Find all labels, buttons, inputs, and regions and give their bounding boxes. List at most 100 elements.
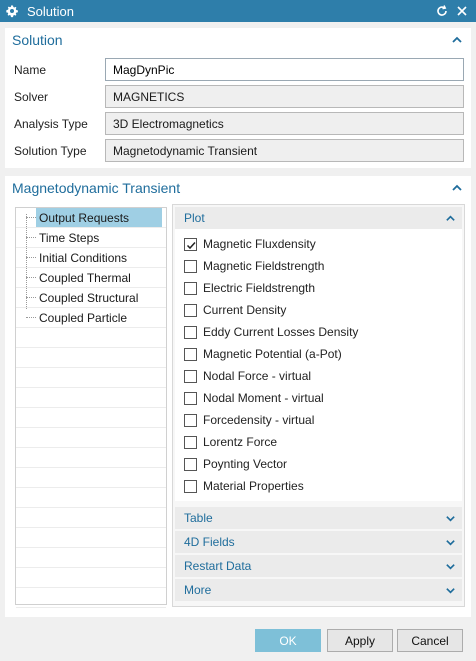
checkmark-icon [186,241,196,249]
analysis-row: Analysis Type [14,112,106,136]
checkbox[interactable] [184,325,197,339]
tree-row: Time Steps [16,228,166,248]
chevron-up-icon[interactable] [445,213,456,224]
name-field[interactable] [105,58,464,81]
checkbox[interactable] [184,391,197,405]
checkbox[interactable] [184,259,197,273]
checkbox-row[interactable]: Nodal Force - virtual [184,365,311,387]
cancel-button[interactable]: Cancel [397,629,463,652]
name-row: Name [14,58,106,82]
tree-row: Coupled Particle [16,308,166,328]
gear-icon [6,5,18,18]
restart-data-section-header[interactable]: Restart Data [175,555,462,577]
4d-fields-section-header[interactable]: 4D Fields [175,531,462,553]
plot-section-header[interactable]: Plot [175,207,462,229]
checkbox-label: Magnetic Fluxdensity [203,237,316,251]
reset-icon[interactable] [434,3,450,19]
checkbox-label: Poynting Vector [203,457,288,471]
checkbox-row[interactable]: Electric Fieldstrength [184,277,315,299]
solution-header[interactable]: Solution [5,28,471,52]
checkbox[interactable] [184,413,197,427]
tree-item-coupled-particle[interactable]: Coupled Particle [38,308,127,327]
checkbox-label: Lorentz Force [203,435,278,449]
transient-header[interactable]: Magnetodynamic Transient [5,176,471,200]
tree-empty-row [16,528,166,548]
solution-type-field: Magnetodynamic Transient [105,139,464,162]
checkbox[interactable] [184,457,197,471]
tree-empty-row [16,568,166,588]
checkbox[interactable] [184,347,197,361]
solver-value: MAGNETICS [113,89,185,104]
checkbox[interactable] [184,303,197,317]
checkbox-label: Magnetic Potential (a-Pot) [203,347,342,361]
solution-header-label: Solution [12,32,63,48]
checkbox-label: Magnetic Fieldstrength [203,259,325,273]
title-bar: Solution [0,0,476,22]
solver-field: MAGNETICS [105,85,464,108]
4d-fields-section-label: 4D Fields [184,535,235,549]
ok-button[interactable]: OK [255,629,321,652]
checkbox[interactable] [184,281,197,295]
checkbox-checked[interactable] [184,237,197,251]
tree-row: Output Requests [16,208,166,228]
output-tree: Output Requests Time Steps Initial Condi… [15,207,167,608]
checkbox-row[interactable]: Material Properties [184,475,304,497]
checkbox[interactable] [184,479,197,493]
tree-row: Initial Conditions [16,248,166,268]
tree-item-coupled-structural[interactable]: Coupled Structural [38,288,138,307]
transient-panel: Magnetodynamic Transient Output Requests… [5,176,471,617]
checkbox-row[interactable]: Current Density [184,299,286,321]
tree-empty-row [16,388,166,408]
restart-data-section-label: Restart Data [184,559,252,573]
chevron-down-icon[interactable] [445,585,456,596]
solution-panel: Solution Name Solver MAGNETICS Analysis … [5,28,471,168]
tree-empty-row [16,448,166,468]
tree-row: Coupled Structural [16,288,166,308]
plot-section-label: Plot [184,211,205,225]
checkbox-label: Current Density [203,303,287,317]
window-title: Solution [27,3,74,19]
checkbox-label: Nodal Moment - virtual [203,391,324,405]
more-section-label: More [184,583,212,597]
tree-row: Coupled Thermal [16,268,166,288]
tree-empty-row [16,348,166,368]
analysis-type-field: 3D Electromagnetics [105,112,464,135]
checkbox-label: Nodal Force - virtual [203,369,312,383]
chevron-down-icon[interactable] [445,513,456,524]
solution-type-value: Magnetodynamic Transient [113,143,258,158]
chevron-down-icon[interactable] [445,537,456,548]
chevron-up-icon[interactable] [451,182,463,194]
solver-label: Solver [14,90,49,104]
checkbox-row[interactable]: Forcedensity - virtual [184,409,314,431]
checkbox-row[interactable]: Eddy Current Losses Density [184,321,358,343]
tree-empty-row [16,488,166,508]
checkbox-row[interactable]: Magnetic Fluxdensity [184,233,316,255]
tree-item-output-requests[interactable]: Output Requests [36,208,162,227]
chevron-down-icon[interactable] [445,561,456,572]
chevron-up-icon[interactable] [451,34,463,46]
tree-item-time-steps[interactable]: Time Steps [38,228,99,247]
table-section-header[interactable]: Table [175,507,462,529]
transient-header-label: Magnetodynamic Transient [12,180,181,196]
checkbox-row[interactable]: Lorentz Force [184,431,277,453]
checkbox[interactable] [184,369,197,383]
apply-button[interactable]: Apply [327,629,393,652]
checkbox-row[interactable]: Poynting Vector [184,453,287,475]
name-input[interactable] [113,62,456,77]
checkbox-label: Forcedensity - virtual [203,413,315,427]
checkbox[interactable] [184,435,197,449]
tree-empty-row [16,428,166,448]
tree-empty-row [16,408,166,428]
checkbox-label: Electric Fieldstrength [203,281,316,295]
checkbox-row[interactable]: Magnetic Fieldstrength [184,255,324,277]
checkbox-row[interactable]: Magnetic Potential (a-Pot) [184,343,342,365]
tree-empty-row [16,468,166,488]
tree-item-initial-conditions[interactable]: Initial Conditions [38,248,127,267]
checkbox-row[interactable]: Nodal Moment - virtual [184,387,324,409]
analysis-type-label: Analysis Type [14,117,88,131]
analysis-type-value: 3D Electromagnetics [113,116,224,131]
more-section-header[interactable]: More [175,579,462,601]
checkbox-label: Material Properties [203,479,304,493]
tree-item-coupled-thermal[interactable]: Coupled Thermal [38,268,131,287]
close-icon[interactable] [454,3,470,19]
